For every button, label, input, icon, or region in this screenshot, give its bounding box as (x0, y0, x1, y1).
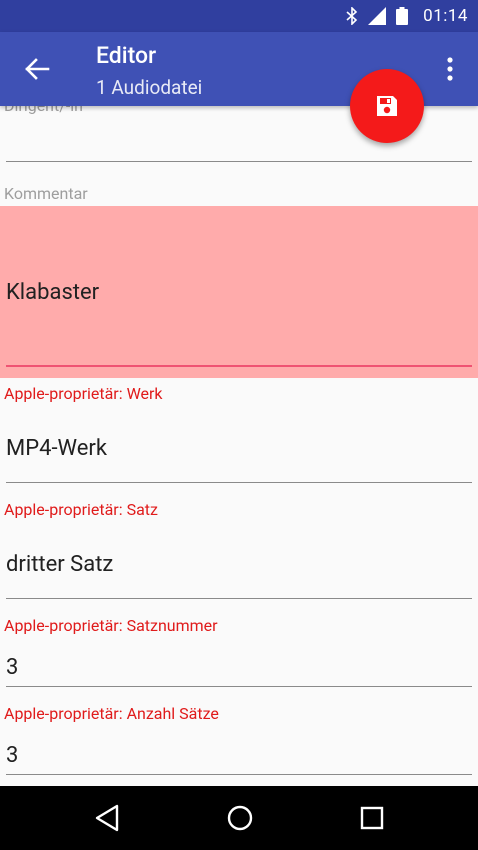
field-label: Apple-proprietär: Werk (4, 384, 163, 403)
nav-recents-icon[interactable] (360, 804, 384, 832)
field-underline (6, 598, 472, 599)
field-value: 3 (6, 655, 19, 680)
status-time: 01:14 (423, 6, 468, 26)
field-underline (6, 774, 472, 775)
field-value: MP4-Werk (6, 436, 107, 461)
system-nav-bar (0, 786, 478, 850)
field-value: 3 (6, 743, 19, 768)
signal-icon (368, 7, 386, 25)
field-movement[interactable]: Apple-proprietär: Satz dritter Satz (0, 494, 478, 604)
field-underline (6, 161, 472, 162)
comment-input-focused[interactable]: Klabaster (0, 206, 478, 378)
field-underline (6, 686, 472, 687)
overflow-menu-icon[interactable] (442, 56, 458, 82)
field-value: dritter Satz (6, 552, 114, 577)
page-subtitle: 1 Audiodatei (96, 76, 203, 99)
field-movement-number[interactable]: Apple-proprietär: Satznummer 3 (0, 610, 478, 690)
bluetooth-icon (346, 7, 358, 25)
nav-back-icon[interactable] (94, 804, 120, 832)
field-label: Apple-proprietär: Satz (4, 500, 158, 519)
field-label: Apple-proprietär: Anzahl Sätze (4, 704, 219, 723)
status-bar: 01:14 (0, 0, 478, 32)
editor-form[interactable]: Dirigent/-in Kommentar Klabaster Apple-p… (0, 106, 478, 786)
status-icons (346, 7, 408, 25)
field-label: Dirigent/-in (4, 106, 83, 115)
back-arrow-icon[interactable] (24, 56, 50, 82)
page-title: Editor (96, 42, 157, 69)
field-underline-focused (6, 365, 472, 367)
field-movement-count[interactable]: Apple-proprietär: Anzahl Sätze 3 (0, 698, 478, 778)
field-comment: Kommentar (0, 184, 478, 206)
save-fab-button[interactable] (350, 69, 424, 143)
field-work[interactable]: Apple-proprietär: Werk MP4-Werk (0, 378, 478, 488)
nav-home-icon[interactable] (226, 804, 254, 832)
field-label: Kommentar (4, 184, 88, 203)
floppy-save-icon (377, 96, 397, 116)
field-label: Apple-proprietär: Satznummer (4, 616, 218, 635)
battery-icon (396, 7, 408, 25)
field-underline (6, 482, 472, 483)
field-value: Klabaster (6, 280, 100, 305)
